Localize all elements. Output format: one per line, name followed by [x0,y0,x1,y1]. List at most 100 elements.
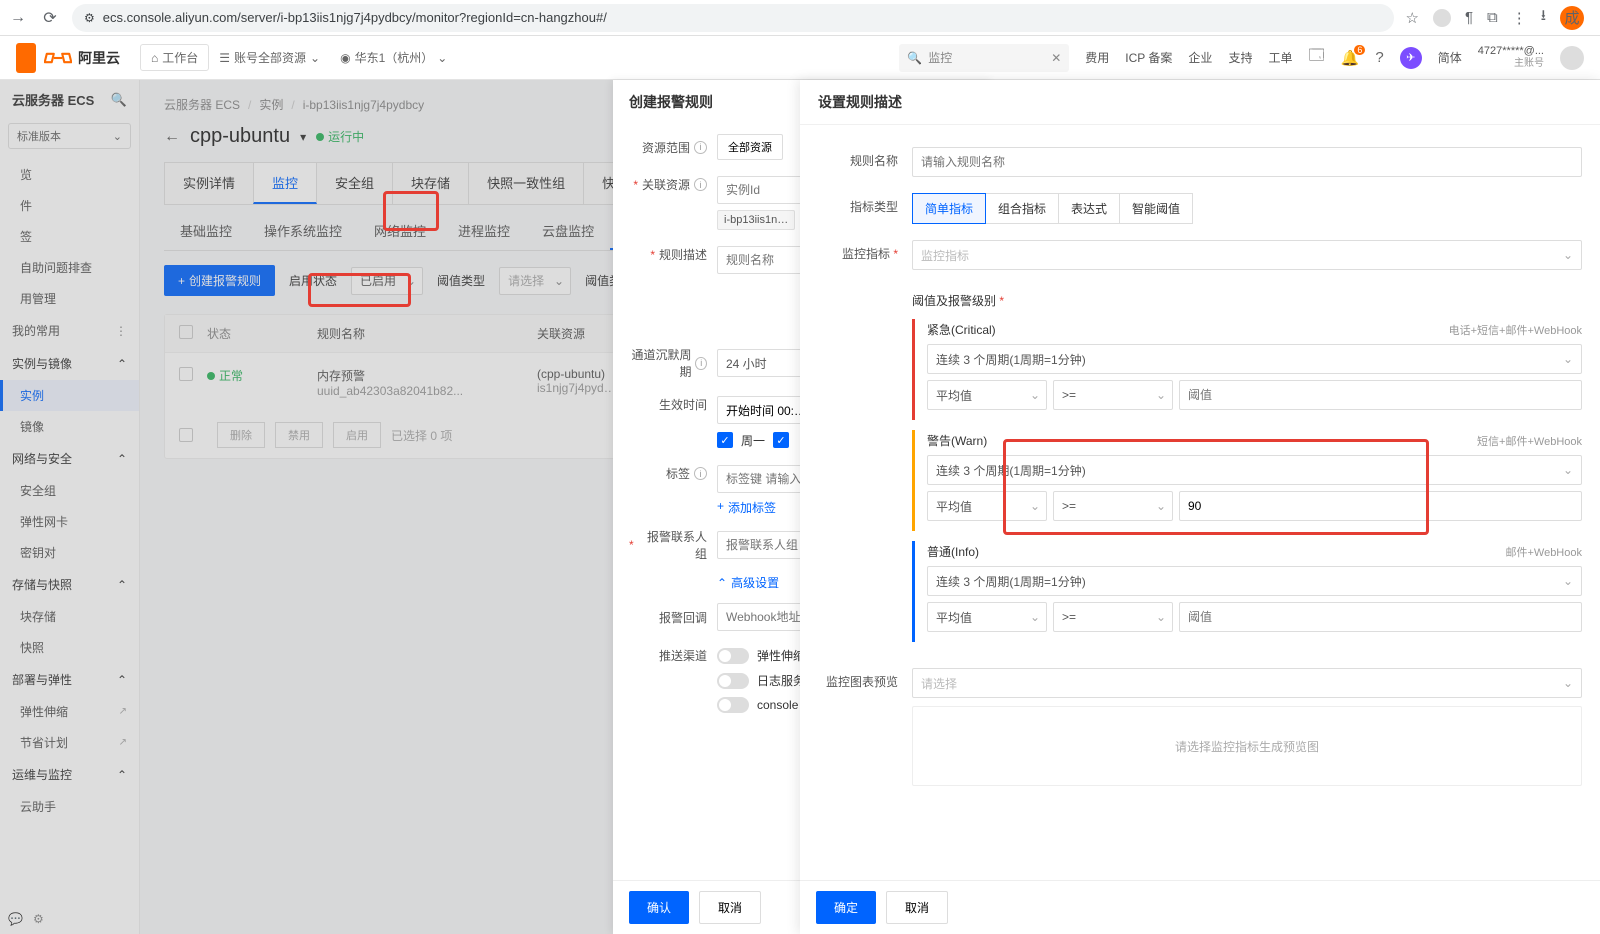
link-support[interactable]: 支持 [1228,49,1252,66]
sidebar-cat-instance[interactable]: 实例与镜像⌃ [0,347,139,380]
checkbox[interactable]: ✓ [773,432,789,448]
add-tag-link[interactable]: +添加标签 [717,499,776,516]
download-icon[interactable]: ⭳ [1541,5,1546,30]
info-period-select[interactable]: 连续 3 个周期(1周期=1分钟)⌄ [927,566,1582,596]
drawer1-cancel-button[interactable]: 取消 [699,891,761,924]
checkbox-mon[interactable]: ✓ [717,432,733,448]
sidebar-item-instance[interactable]: 实例 [0,380,139,411]
clear-search-icon[interactable]: ✕ [1051,51,1061,65]
brand[interactable]: 阿里云 [44,48,120,68]
crit-op-select[interactable]: 平均值 [927,380,1047,410]
link-fee[interactable]: 费用 [1085,49,1109,66]
sidebar-item-image[interactable]: 镜像 [0,411,139,442]
sidebar-item[interactable]: 签 [0,221,139,252]
stab-disk[interactable]: 云盘监控 [526,213,610,250]
enable-select[interactable]: 已启用 [351,267,423,295]
settings-icon[interactable]: ⚙ [33,912,44,926]
batch-disable-button[interactable]: 禁用 [275,422,323,448]
version-select[interactable]: 标准版本⌄ [8,123,131,149]
type-ai[interactable]: 智能阈值 [1119,193,1193,224]
scope-button[interactable]: 全部资源 [717,134,783,160]
checkbox[interactable] [179,367,193,381]
stab-basic[interactable]: 基础监控 [164,213,248,250]
assistant-icon[interactable]: ✈ [1400,47,1422,69]
nav-reload-icon[interactable]: ⟳ [40,8,60,28]
extension-icon[interactable]: ⧉ [1487,9,1498,26]
info-op-select[interactable]: 平均值 [927,602,1047,632]
drawer1-ok-button[interactable]: 确认 [629,891,689,924]
announce-icon[interactable]: 🗔 [1308,45,1324,70]
header-search[interactable]: 🔍 监控 ✕ [899,44,1069,72]
preview-select[interactable]: 请选择⌄ [912,668,1582,698]
push-switch-console[interactable] [717,697,749,713]
resource-chip[interactable]: i-bp13iis1n… [717,210,795,230]
warn-val-input[interactable] [1179,491,1582,521]
sidebar-item[interactable]: 览 [0,159,139,190]
sidebar-item[interactable]: 快照 [0,632,139,663]
thresh-select[interactable]: 请选择 [499,267,571,295]
tab-block[interactable]: 块存储 [392,162,469,204]
type-simple[interactable]: 简单指标 [912,193,986,224]
product-logo-icon[interactable] [16,43,36,73]
sidebar-item[interactable]: 用管理 [0,283,139,314]
profile-avatar[interactable]: 成 [1560,6,1584,30]
link-icp[interactable]: ICP 备案 [1125,49,1172,66]
stab-net[interactable]: 网络监控 [358,213,442,250]
sidebar-item[interactable]: 安全组 [0,475,139,506]
menu-icon[interactable]: ⋮ [1512,9,1527,27]
lang-switch[interactable]: 简体 [1438,49,1462,66]
account-info[interactable]: 4727*****@... 主账号 [1478,45,1544,70]
drawer2-cancel-button[interactable]: 取消 [886,891,948,924]
sidebar-common[interactable]: 我的常用⋮ [0,314,139,347]
info-val-input[interactable] [1179,602,1582,632]
sidebar-item[interactable]: 块存储 [0,601,139,632]
dot-icon[interactable] [1433,9,1451,27]
sidebar-item[interactable]: 密钥对 [0,537,139,568]
stab-proc[interactable]: 进程监控 [442,213,526,250]
sidebar-cat-snap[interactable]: 存储与快照⌃ [0,568,139,601]
sidebar-item[interactable]: 自助问题排查 [0,252,139,283]
checkbox-all[interactable] [179,325,193,339]
batch-delete-button[interactable]: 删除 [217,422,265,448]
address-bar[interactable]: ⚙ ecs.console.aliyun.com/server/i-bp13ii… [72,4,1394,32]
tab-secgroup[interactable]: 安全组 [316,162,393,204]
title-dropdown-icon[interactable]: ▾ [300,130,306,144]
back-icon[interactable]: ← [164,128,180,146]
batch-enable-button[interactable]: 启用 [333,422,381,448]
drawer2-ok-button[interactable]: 确定 [816,891,876,924]
user-avatar-icon[interactable] [1560,46,1584,70]
info-cmp-select[interactable]: >= [1053,602,1173,632]
tab-detail[interactable]: 实例详情 [164,162,254,204]
translate-icon[interactable]: ¶ [1465,9,1473,26]
star-icon[interactable]: ☆ [1406,9,1419,27]
push-switch-log[interactable] [717,673,749,689]
stab-os[interactable]: 操作系统监控 [248,213,358,250]
sidebar-item[interactable]: 件 [0,190,139,221]
warn-period-select[interactable]: 连续 3 个周期(1周期=1分钟)⌄ [927,455,1582,485]
type-expr[interactable]: 表达式 [1058,193,1120,224]
workbench-link[interactable]: ⌂工作台 [140,44,209,71]
warn-cmp-select[interactable]: >= [1053,491,1173,521]
bc-item[interactable]: 云服务器 ECS [164,96,240,113]
sidebar-item[interactable]: 弹性网卡 [0,506,139,537]
push-switch-scaling[interactable] [717,648,749,664]
bc-item[interactable]: 实例 [259,96,283,113]
crit-cmp-select[interactable]: >= [1053,380,1173,410]
rule-name-input[interactable] [912,147,1582,177]
warn-op-select[interactable]: 平均值 [927,491,1047,521]
sidebar-item[interactable]: 云助手 [0,791,139,822]
nav-forward-icon[interactable]: → [8,8,28,28]
link-enterprise[interactable]: 企业 [1188,49,1212,66]
sidebar-item[interactable]: 节省计划↗ [0,727,139,758]
tab-snapgroup[interactable]: 快照一致性组 [468,162,584,204]
sidebar-cat-deploy[interactable]: 部署与弹性⌃ [0,663,139,696]
crit-val-input[interactable] [1179,380,1582,410]
sidebar-item[interactable]: 弹性伸缩↗ [0,696,139,727]
sidebar-cat-ops[interactable]: 运维与监控⌃ [0,758,139,791]
feedback-icon[interactable]: 💬 [8,912,23,926]
link-ticket[interactable]: 工单 [1268,49,1292,66]
region-selector[interactable]: ◉华东1（杭州）⌄ [330,45,457,70]
help-icon[interactable]: ? [1375,49,1383,66]
checkbox-footer[interactable] [179,428,193,442]
bell-icon[interactable]: 🔔6 [1341,49,1360,67]
